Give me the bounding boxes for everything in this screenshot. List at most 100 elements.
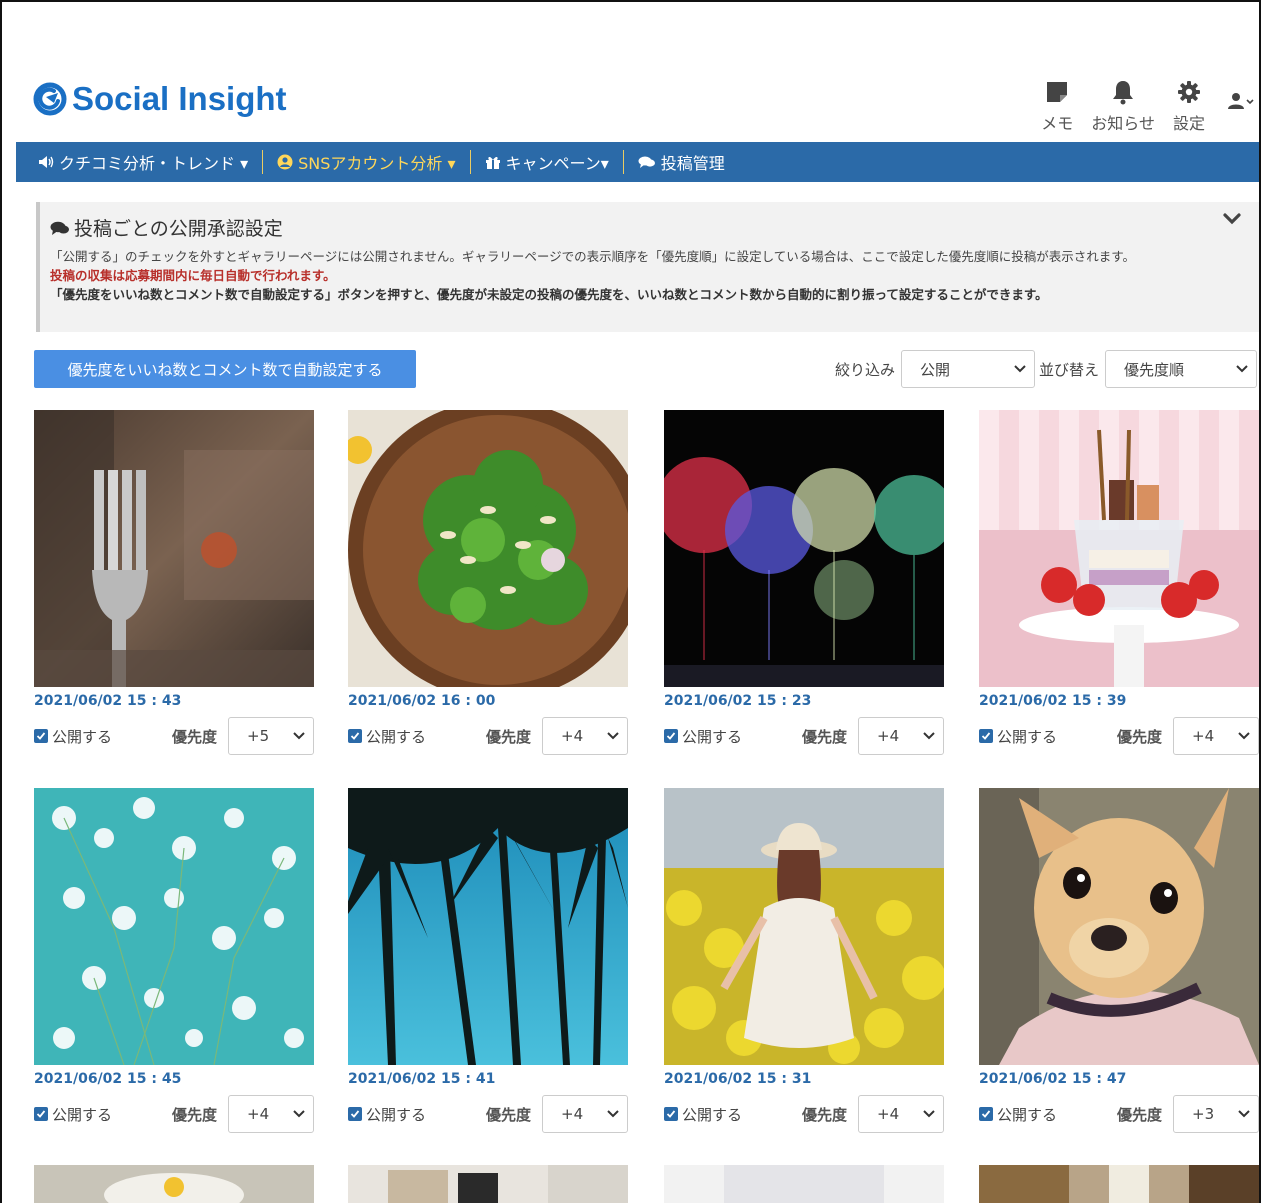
post-photo-partial[interactable]: [34, 1165, 314, 1203]
chevron-down-icon: [293, 1110, 305, 1118]
publish-label: 公開する: [52, 1105, 113, 1124]
nav-item-sns-account[interactable]: SNSアカウント分析 ▾: [277, 150, 456, 174]
notice-button[interactable]: お知らせ: [1091, 78, 1155, 134]
filter-value: 公開: [919, 360, 950, 379]
post-card: 2021/06/02 15 : 45 公開する 優先度 +4: [34, 788, 316, 1133]
post-photo[interactable]: [34, 788, 314, 1065]
post-photo[interactable]: [34, 410, 314, 687]
publish-label: 公開する: [997, 1105, 1058, 1124]
post-date: 2021/06/02 16 : 00: [348, 693, 496, 709]
nav-label: 投稿管理: [660, 154, 725, 173]
post-photo[interactable]: [348, 410, 628, 687]
user-icon: [1228, 93, 1244, 109]
filter-sort-bar: 絞り込み 公開 並び替え 優先度順: [835, 350, 1257, 388]
chevron-down-icon: [1236, 365, 1248, 373]
priority-select[interactable]: +4: [542, 717, 628, 755]
priority-select[interactable]: +5: [228, 717, 314, 755]
settings-button[interactable]: 設定: [1173, 78, 1205, 134]
info-text: 「公開する」のチェックを外すとギャラリーページには公開されません。ギャラリーペー…: [50, 249, 1136, 264]
top-header: Social Insight メモ お知らせ 設定: [16, 2, 1259, 142]
priority-select[interactable]: +4: [542, 1095, 628, 1133]
chevron-down-icon: [607, 1110, 619, 1118]
priority-value: +4: [877, 727, 900, 745]
logo[interactable]: Social Insight: [32, 80, 287, 118]
comments-icon: [638, 156, 655, 168]
priority-select[interactable]: +4: [1173, 717, 1259, 755]
collection-notice: 投稿の収集は応募期間内に毎日自動で行われます。: [50, 268, 336, 283]
post-photo[interactable]: [979, 788, 1259, 1065]
gift-icon: [485, 156, 500, 169]
publish-label: 公開する: [52, 727, 113, 746]
priority-label: 優先度: [802, 727, 848, 746]
check-icon: [666, 732, 676, 740]
publish-label: 公開する: [682, 1105, 743, 1124]
chevron-down-icon: [1238, 1110, 1250, 1118]
nav-item-campaign[interactable]: キャンペーン▾: [485, 150, 609, 174]
priority-select[interactable]: +3: [1173, 1095, 1259, 1133]
priority-select[interactable]: +4: [228, 1095, 314, 1133]
post-date: 2021/06/02 15 : 23: [664, 693, 812, 709]
check-icon: [36, 1110, 46, 1118]
publish-checkbox[interactable]: [979, 1107, 993, 1121]
gear-icon: [1177, 81, 1200, 103]
chevron-down-icon: [607, 732, 619, 740]
comments-icon: [50, 221, 69, 235]
priority-select[interactable]: +4: [858, 717, 944, 755]
priority-label: 優先度: [486, 727, 532, 746]
publish-checkbox[interactable]: [348, 729, 362, 743]
app-frame: Social Insight メモ お知らせ 設定 クチコミ分析・トレンド ▾ …: [0, 0, 1261, 1203]
priority-value: +3: [1192, 1105, 1215, 1123]
post-date: 2021/06/02 15 : 39: [979, 693, 1127, 709]
post-card: 2021/06/02 15 : 47 公開する 優先度 +3: [979, 788, 1259, 1133]
check-icon: [350, 732, 360, 740]
chevron-down-icon: [293, 732, 305, 740]
main-nav: クチコミ分析・トレンド ▾ SNSアカウント分析 ▾ キャンペーン▾ 投稿管理: [16, 142, 1259, 182]
auto-priority-button[interactable]: 優先度をいいね数とコメント数で自動設定する: [34, 350, 416, 388]
publish-checkbox[interactable]: [34, 729, 48, 743]
panel-title: 投稿ごとの公開承認設定: [74, 218, 283, 240]
header-actions: メモ お知らせ 設定: [1023, 78, 1255, 134]
post-card: 2021/06/02 15 : 39 公開する 優先度 +4: [979, 410, 1259, 755]
chevron-down-icon: [1014, 365, 1026, 373]
priority-label: 優先度: [1117, 727, 1163, 746]
priority-label: 優先度: [802, 1105, 848, 1124]
post-date: 2021/06/02 15 : 43: [34, 693, 182, 709]
post-photo[interactable]: [348, 788, 628, 1065]
post-photo-partial[interactable]: [979, 1165, 1259, 1203]
post-photo-partial[interactable]: [664, 1165, 944, 1203]
megaphone-icon: [39, 156, 54, 168]
publish-checkbox[interactable]: [34, 1107, 48, 1121]
post-date: 2021/06/02 15 : 31: [664, 1071, 812, 1087]
priority-value: +4: [247, 1105, 270, 1123]
publish-checkbox[interactable]: [664, 729, 678, 743]
priority-select[interactable]: +4: [858, 1095, 944, 1133]
priority-value: +4: [877, 1105, 900, 1123]
post-card: 2021/06/02 15 : 43 公開する 優先度 +5: [34, 410, 316, 755]
nav-item-post-management[interactable]: 投稿管理: [638, 150, 725, 174]
nav-label: クチコミ分析・トレンド ▾: [59, 154, 249, 173]
priority-label: 優先度: [1117, 1105, 1163, 1124]
publish-checkbox[interactable]: [348, 1107, 362, 1121]
post-photo[interactable]: [664, 788, 944, 1065]
publish-label: 公開する: [997, 727, 1058, 746]
post-photo-partial[interactable]: [348, 1165, 628, 1203]
publish-label: 公開する: [682, 727, 743, 746]
post-photo[interactable]: [664, 410, 944, 687]
memo-button[interactable]: メモ: [1041, 78, 1073, 134]
nav-label: SNSアカウント分析 ▾: [298, 154, 456, 173]
user-menu-button[interactable]: [1227, 92, 1255, 110]
nav-item-buzz-analysis[interactable]: クチコミ分析・トレンド ▾: [38, 150, 248, 174]
priority-value: +4: [561, 1105, 584, 1123]
publish-checkbox[interactable]: [979, 729, 993, 743]
user-circle-icon: [277, 154, 293, 170]
priority-label: 優先度: [486, 1105, 532, 1124]
chevron-down-icon: [923, 732, 935, 740]
sort-select[interactable]: 優先度順: [1105, 350, 1257, 388]
filter-label: 絞り込み: [834, 360, 895, 379]
filter-select[interactable]: 公開: [900, 350, 1035, 388]
post-date: 2021/06/02 15 : 47: [979, 1071, 1127, 1087]
publish-checkbox[interactable]: [664, 1107, 678, 1121]
collapse-chevron-icon[interactable]: [1222, 212, 1242, 226]
post-photo[interactable]: [979, 410, 1259, 687]
auto-priority-notice: 「優先度をいいね数とコメント数で自動設定する」ボタンを押すと、優先度が未設定の投…: [50, 287, 1048, 302]
